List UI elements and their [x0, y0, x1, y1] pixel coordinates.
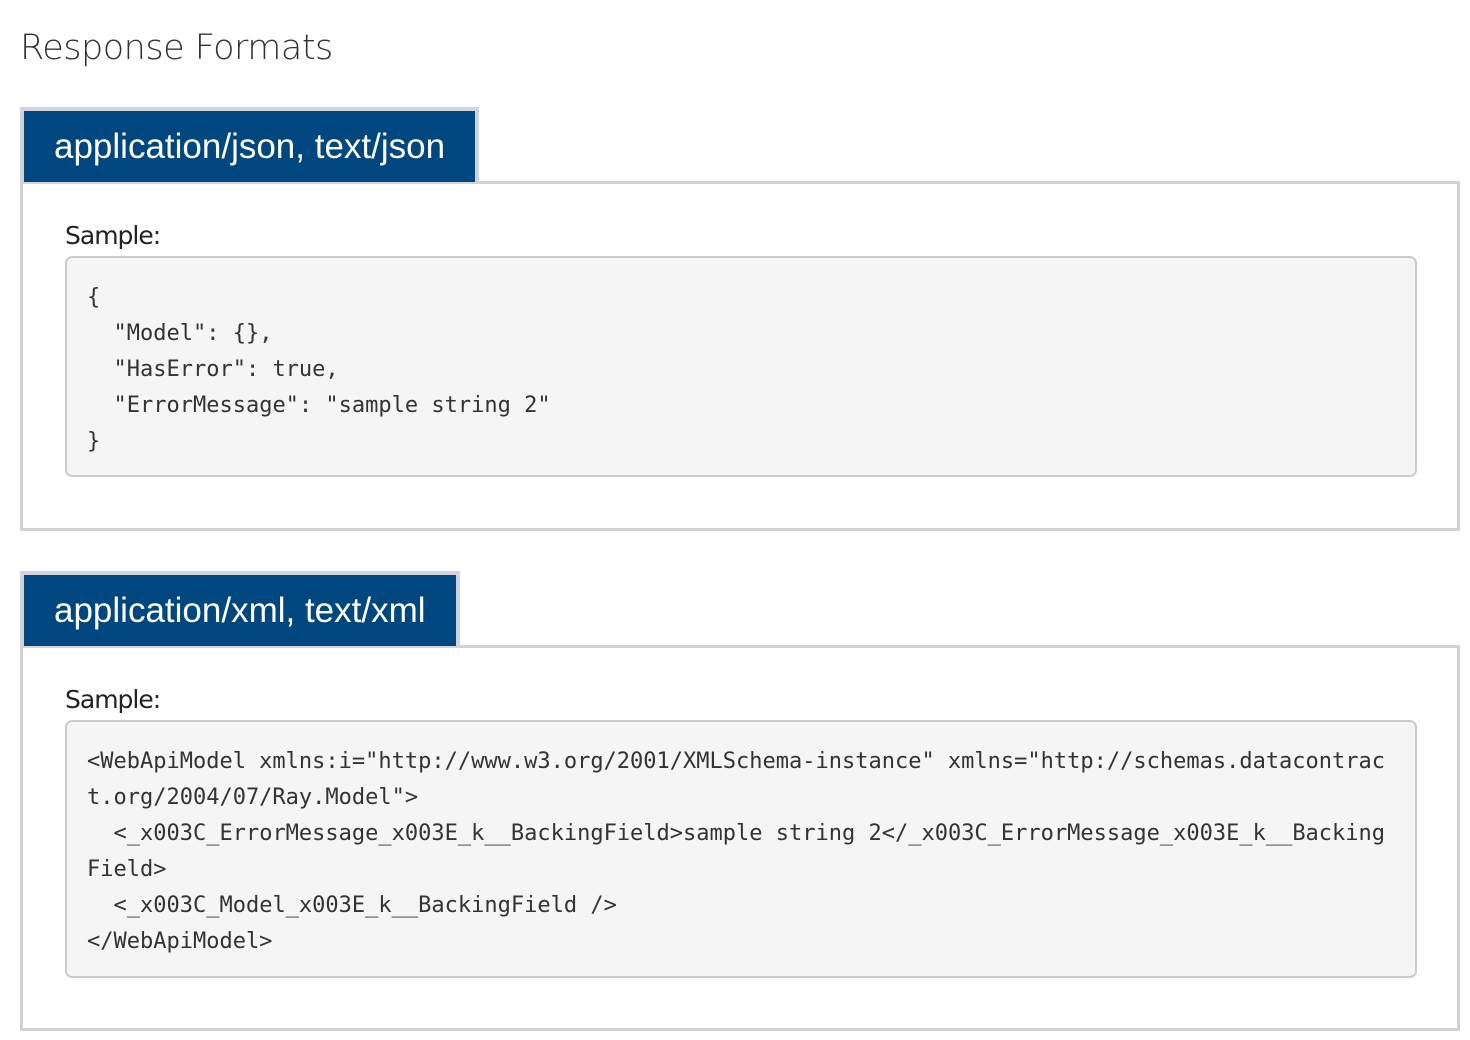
page-title: Response Formats — [20, 28, 333, 68]
format-tab-xml[interactable]: application/xml, text/xml — [20, 571, 460, 646]
sample-label: Sample: — [65, 685, 161, 714]
format-section-json: application/json, text/json Sample: { "M… — [20, 107, 1460, 531]
format-tab-json[interactable]: application/json, text/json — [20, 107, 480, 182]
format-panel-xml: Sample: <WebApiModel xmlns:i="http://www… — [20, 645, 1460, 1031]
code-sample-json: { "Model": {}, "HasError": true, "ErrorM… — [65, 256, 1417, 477]
code-sample-xml: <WebApiModel xmlns:i="http://www.w3.org/… — [65, 720, 1417, 978]
format-section-xml: application/xml, text/xml Sample: <WebAp… — [20, 571, 1460, 1031]
sample-label: Sample: — [65, 221, 161, 250]
format-panel-json: Sample: { "Model": {}, "HasError": true,… — [20, 181, 1460, 531]
